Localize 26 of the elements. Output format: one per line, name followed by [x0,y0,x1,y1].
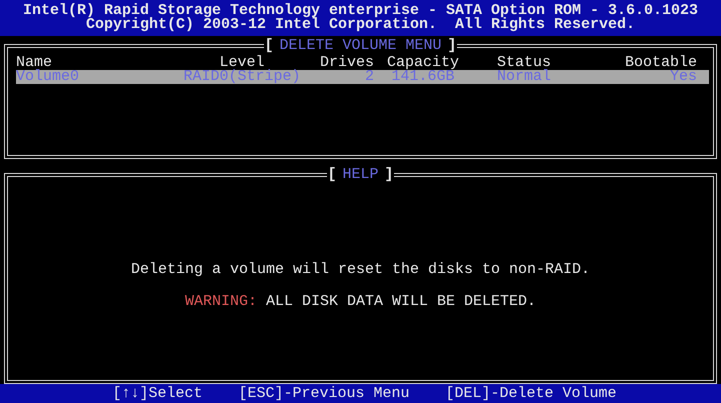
panel-title: HELP [341,168,380,182]
panel-title: DELETE VOLUME MENU [278,38,443,53]
table-cell[interactable]: Normal [472,70,576,84]
table-cell[interactable]: RAID0(Stripe) [166,70,318,84]
help-message: Deleting a volume will reset the disks to non-RAID. [130,263,590,278]
column-header: Capacity [386,56,460,70]
table-cell[interactable]: Volume0 [16,70,166,84]
title-bracket: [ [264,38,274,53]
title-bracket: ] [448,38,457,53]
copyright-text: Copyright(C) 2003-12 Intel Corporation. All Rights Reserved. [86,18,636,32]
column-header: Level [219,56,264,70]
table-cell[interactable]: 2 [318,70,374,84]
warning-text: ALL DISK DATA WILL BE DELETED. [266,295,536,310]
column-header: Bootable [624,56,698,70]
column-header: Status [496,56,552,70]
table-cell[interactable]: 141.6GB [374,70,472,84]
key-hint: [ESC]-Previous Menu [238,386,410,401]
warning-label: WARNING: [184,295,257,310]
column-header: Drives [318,56,374,70]
key-hint: [↑↓]Select [112,386,202,401]
title-bracket: ] [384,168,394,182]
table-cell[interactable]: Yes [576,70,709,84]
title-bracket: [ [327,168,336,182]
column-header: Name [16,56,52,70]
key-hint: [DEL]-Delete Volume [446,386,617,401]
header-title: Intel(R) Rapid Storage Technology enterprise - SATA Option ROM - 3.6.0.1023 [22,4,698,18]
